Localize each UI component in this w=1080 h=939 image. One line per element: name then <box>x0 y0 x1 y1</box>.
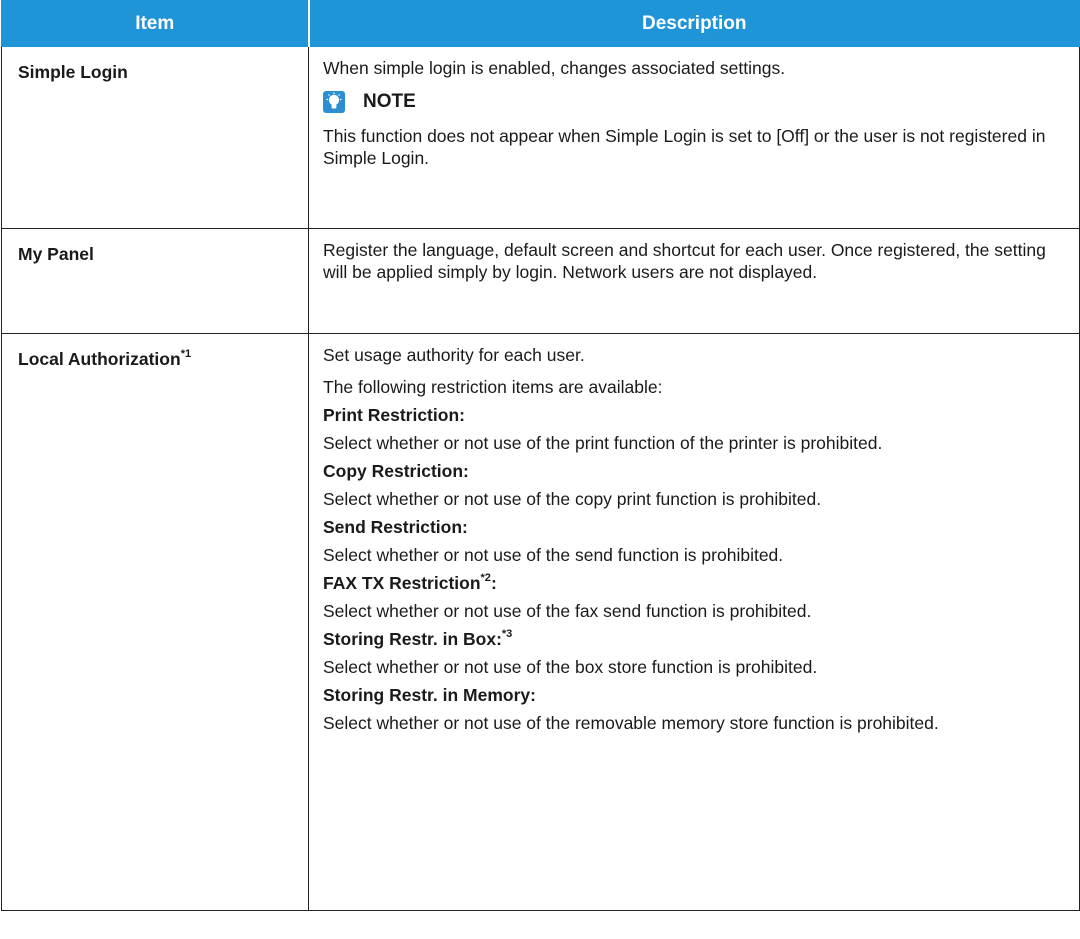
table-header-row: Item Description <box>1 0 1080 47</box>
settings-table-page: Item Description Simple Login When simpl… <box>0 0 1080 911</box>
local-auth-intro: Set usage authority for each user. <box>323 345 585 365</box>
restriction-title: Storing Restr. in Memory: <box>323 685 536 705</box>
local-auth-intro-2: The following restriction items are avai… <box>323 377 663 397</box>
restriction-title: Send Restriction: <box>323 517 468 537</box>
restriction-title: FAX TX Restriction*2: <box>323 572 497 593</box>
restriction-title: Print Restriction: <box>323 405 465 425</box>
footnote-marker: *2 <box>480 572 491 585</box>
restriction-text: Select whether or not use of the removab… <box>323 713 939 733</box>
description-cell: Set usage authority for each user. The f… <box>308 333 1080 911</box>
table-row: Local Authorization*1 Set usage authorit… <box>1 333 1080 911</box>
item-my-panel: My Panel <box>18 244 94 264</box>
note-label: NOTE <box>363 91 416 112</box>
item-cell: Simple Login <box>1 46 309 229</box>
restriction-text: Select whether or not use of the fax sen… <box>323 601 812 621</box>
footnote-marker: *3 <box>501 628 513 641</box>
item-cell: My Panel <box>1 228 309 334</box>
my-panel-description: Register the language, default screen an… <box>323 240 1046 282</box>
restriction-title: Storing Restr. in Box:*3 <box>323 628 513 649</box>
table-row: Simple Login When simple login is enable… <box>1 46 1080 229</box>
note-heading: NOTE <box>323 91 1069 113</box>
item-simple-login: Simple Login <box>18 62 128 82</box>
header-item: Item <box>1 0 309 47</box>
footnote-marker: *1 <box>180 348 192 361</box>
restriction-text: Select whether or not use of the copy pr… <box>323 489 822 509</box>
restriction-text: Select whether or not use of the print f… <box>323 433 883 453</box>
simple-login-description: When simple login is enabled, changes as… <box>323 58 786 78</box>
restriction-text: Select whether or not use of the send fu… <box>323 545 784 565</box>
table-row: My Panel Register the language, default … <box>1 228 1080 334</box>
lightbulb-note-icon <box>323 91 345 113</box>
item-local-authorization: Local Authorization <box>18 349 181 369</box>
description-cell: When simple login is enabled, changes as… <box>308 46 1080 229</box>
settings-table: Item Description Simple Login When simpl… <box>1 0 1080 911</box>
header-description: Description <box>307 0 1080 47</box>
item-cell: Local Authorization*1 <box>1 333 309 911</box>
note-text: This function does not appear when Simpl… <box>323 126 1046 168</box>
description-cell: Register the language, default screen an… <box>308 228 1080 334</box>
restriction-text: Select whether or not use of the box sto… <box>323 657 818 677</box>
restriction-title: Copy Restriction: <box>323 461 469 481</box>
